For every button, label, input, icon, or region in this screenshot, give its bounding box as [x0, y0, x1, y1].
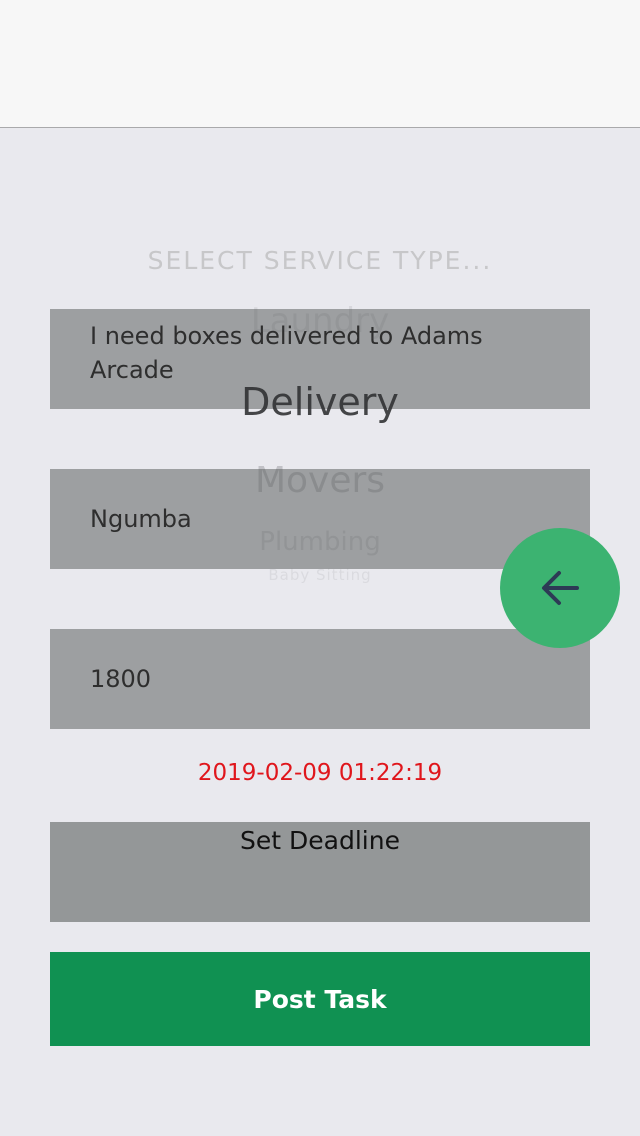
service-type-picker-title: SELECT SERVICE TYPE... [147, 246, 493, 275]
arrow-left-icon [542, 571, 579, 605]
post-task-label: Post Task [253, 984, 387, 1014]
deadline-date-text: 2019-02-09 01:22:19 [197, 760, 443, 786]
location-text: Ngumba [90, 505, 192, 533]
post-task-button[interactable]: Post Task [50, 952, 590, 1046]
navigation-bar [0, 0, 640, 128]
task-description-text: I need boxes delivered to Adams Arcade [90, 322, 483, 384]
price-text: 1800 [90, 665, 152, 693]
set-deadline-button[interactable]: Set Deadline [50, 822, 590, 922]
back-fab-button[interactable] [500, 528, 620, 648]
task-description-field[interactable]: I need boxes delivered to Adams Arcade [50, 309, 590, 409]
price-field[interactable]: 1800 [50, 629, 590, 729]
set-deadline-label: Set Deadline [240, 826, 400, 855]
